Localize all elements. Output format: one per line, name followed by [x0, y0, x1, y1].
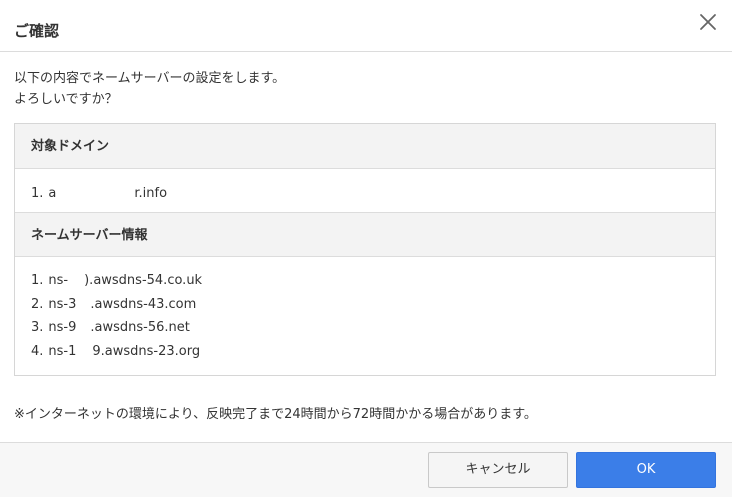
dialog-footer: キャンセル OK [0, 442, 732, 497]
ns-row-4: 4. ns-1 9.awsdns-23.org [31, 340, 715, 364]
row-number: 4. [31, 343, 44, 359]
row-number: 1. [31, 186, 44, 201]
ns-row-2: 2. ns-3 .awsdns-43.com [31, 293, 715, 317]
ns-list: 1. ns- ).awsdns-54.co.uk 2. ns-3 .awsdns-43.… [15, 257, 715, 375]
row-number: 1. [31, 273, 44, 288]
ns-suffix: .awsdns-43.com [90, 296, 197, 312]
domain-suffix: r.info [134, 186, 168, 201]
domain-prefix: a [48, 186, 57, 201]
intro-line-2: よろしいですか？ [14, 92, 118, 107]
settings-summary: 対象ドメイン 1. a r.info ネームサーバー情報 1. ns- ).awsdns… [14, 123, 716, 376]
dialog-header: ご確認 [0, 0, 732, 52]
cancel-button[interactable]: キャンセル [428, 452, 568, 488]
ns-prefix: ns-9 [48, 320, 77, 335]
ns-suffix: .awsdns-56.net [90, 320, 190, 335]
ns-row-3: 3. ns-9 .awsdns-56.net [31, 316, 715, 340]
ns-prefix: ns-3 [48, 296, 77, 312]
domain-row: 1. a r.info [31, 182, 715, 206]
domain-section-heading: 対象ドメイン [15, 124, 715, 169]
domain-list: 1. a r.info [15, 169, 715, 212]
dialog-body: 以下の内容でネームサーバーの設定をします。 よろしいですか？ 対象ドメイン 1.… [0, 52, 732, 422]
propagation-note: ※インターネットの環境により、反映完了まで24時間から72時間かかる場合がありま… [14, 407, 537, 422]
row-number: 2. [31, 296, 44, 312]
ns-prefix: ns-1 [48, 343, 77, 359]
row-number: 3. [31, 320, 44, 335]
ns-suffix: 9.awsdns-23.org [92, 343, 201, 359]
intro-text: 以下の内容でネームサーバーの設定をします。 よろしいですか？ [14, 68, 716, 110]
ns-row-1: 1. ns- ).awsdns-54.co.uk [31, 269, 715, 293]
ns-suffix: ).awsdns-54.co.uk [84, 273, 203, 288]
ns-prefix: ns- [48, 273, 69, 288]
dialog-title: ご確認 [14, 22, 60, 40]
ok-button[interactable]: OK [576, 452, 716, 488]
close-icon [700, 14, 716, 30]
close-button[interactable] [698, 12, 718, 32]
confirm-dialog: ご確認 以下の内容でネームサーバーの設定をします。 よろしいですか？ 対象ドメイ… [0, 0, 732, 497]
ns-section-heading: ネームサーバー情報 [15, 212, 715, 257]
intro-line-1: 以下の内容でネームサーバーの設定をします。 [14, 71, 286, 86]
